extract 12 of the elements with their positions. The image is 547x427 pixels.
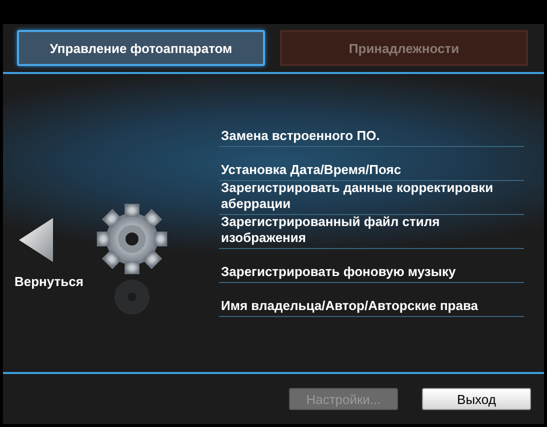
dialog-button[interactable]: Выход [422,388,531,410]
back-arrow-icon[interactable] [19,218,53,262]
tab[interactable]: Управление фотоаппаратом [17,30,265,66]
menu-item[interactable]: Замена встроенного ПО. [219,113,524,147]
menu-item[interactable]: Установка Дата/Время/Пояс [219,147,524,181]
menu-item[interactable]: Зарегистрировать фоновую музыку [219,249,524,283]
menu-item[interactable]: Зарегистрировать данные корректировки аберрации [219,181,524,215]
gear-icon [95,202,169,276]
menu-item[interactable]: Зарегистрированный файл стиля изображения [219,215,524,249]
tab[interactable]: Принадлежности [280,30,528,66]
back-label[interactable]: Вернуться [14,274,84,289]
menu-item[interactable]: Имя владельца/Автор/Авторские права [219,283,524,317]
